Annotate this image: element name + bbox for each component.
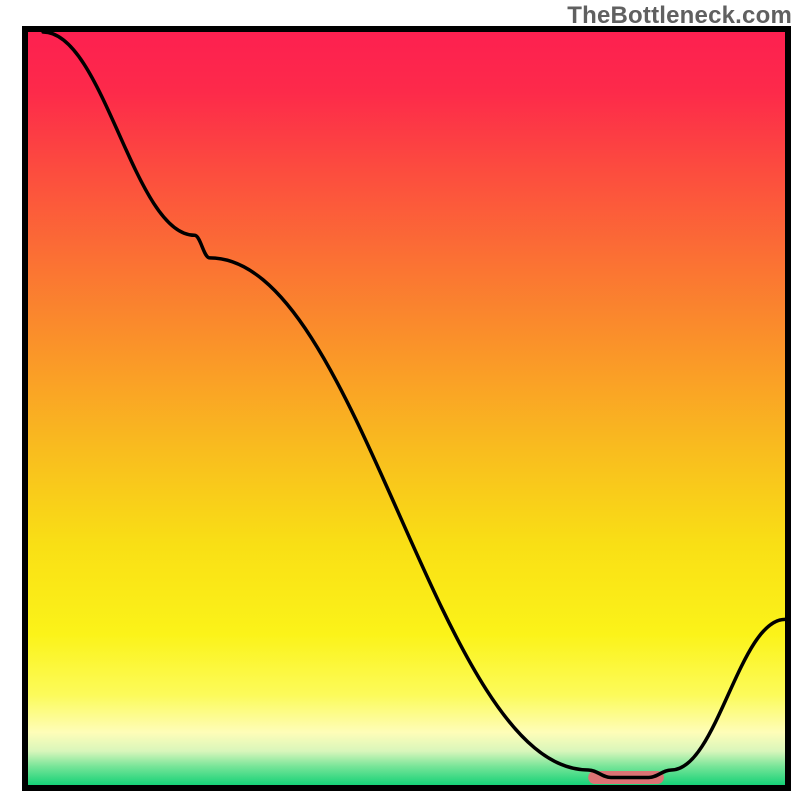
- chart-container: TheBottleneck.com: [0, 0, 800, 800]
- plot-background: [28, 32, 785, 785]
- watermark-text: TheBottleneck.com: [567, 2, 792, 30]
- chart-svg: [0, 0, 800, 800]
